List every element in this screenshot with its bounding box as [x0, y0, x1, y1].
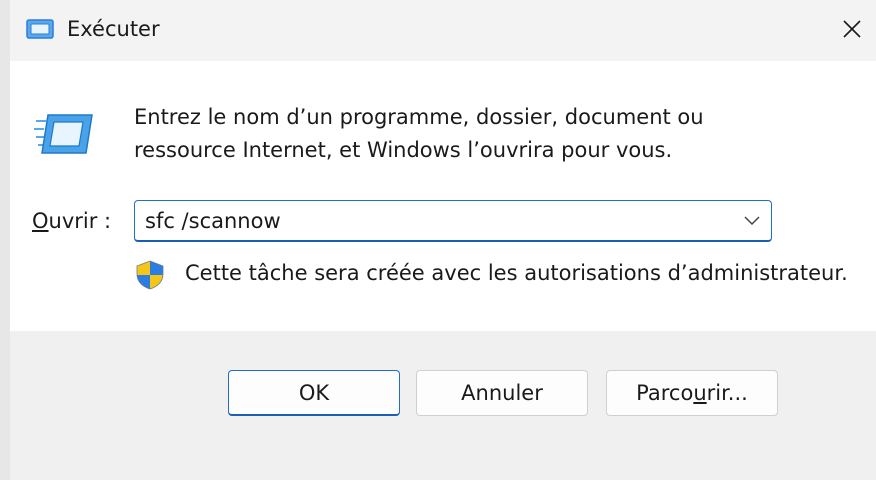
description: Entrez le nom d’un programme, dossier, d…	[134, 101, 704, 167]
ok-button[interactable]: OK	[228, 370, 400, 416]
uac-shield-icon	[136, 260, 164, 290]
run-dialog: Exécuter Entrez le nom d’un programme, d…	[0, 0, 876, 480]
open-input[interactable]	[145, 204, 735, 238]
dropdown-button[interactable]	[737, 205, 767, 237]
title-bar[interactable]: Exécuter	[10, 0, 876, 61]
close-icon	[843, 20, 861, 38]
window-left-edge	[0, 0, 10, 480]
close-button[interactable]	[834, 11, 870, 47]
run-icon	[26, 19, 54, 39]
chevron-down-icon	[744, 216, 760, 226]
cancel-button[interactable]: Annuler	[416, 370, 588, 416]
admin-note: Cette tâche sera créée avec les autorisa…	[185, 261, 848, 285]
browse-label-mnemonic: u	[693, 381, 707, 405]
description-line-1: Entrez le nom d’un programme, dossier, d…	[134, 105, 704, 129]
browse-label-before: Parco	[636, 381, 694, 405]
open-combobox[interactable]	[134, 200, 772, 242]
window-title: Exécuter	[67, 17, 160, 41]
open-label: Ouvrir :	[32, 206, 111, 236]
description-line-2: ressource Internet, et Windows l’ouvrira…	[134, 138, 673, 162]
open-label-mnemonic: O	[32, 209, 49, 233]
browse-button[interactable]: Parcourir...	[606, 370, 778, 416]
open-label-rest: uvrir :	[48, 209, 112, 233]
browse-label-after: rir...	[706, 381, 748, 405]
run-icon	[34, 114, 93, 154]
dialog-content: Entrez le nom d’un programme, dossier, d…	[10, 61, 876, 331]
